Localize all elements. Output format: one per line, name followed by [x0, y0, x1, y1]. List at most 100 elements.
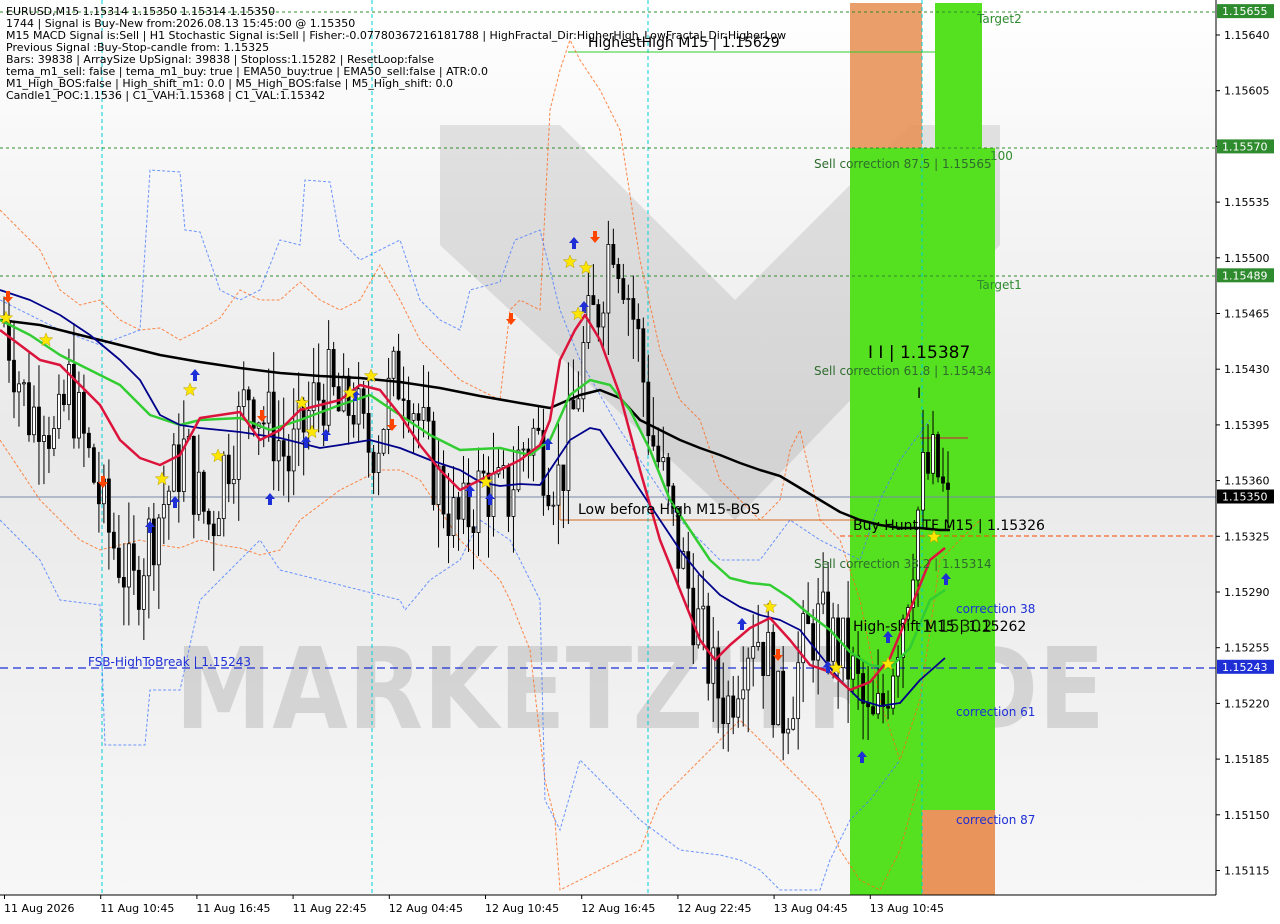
candle-bear	[331, 349, 336, 388]
candle-bull	[851, 655, 856, 680]
candle-bull	[776, 670, 781, 726]
price-tick-label: 1.15395	[1224, 419, 1270, 432]
candle-bull	[381, 429, 386, 454]
target1-label: Target1	[976, 278, 1022, 292]
candle-bear	[316, 382, 321, 401]
price-tick-label: 1.15325	[1224, 530, 1270, 543]
candle-bull	[876, 693, 880, 715]
time-tick-label: 13 Aug 04:45	[774, 902, 848, 915]
candle-bear	[371, 451, 376, 473]
info-line: Candle1_POC:1.1536 | C1_VAH:1.15368 | C1…	[6, 89, 325, 102]
candle-bear	[191, 435, 196, 515]
price-tag-label: 1.15243	[1222, 661, 1268, 674]
price-tag-label: 1.15350	[1222, 491, 1268, 504]
candle-bear	[936, 434, 940, 478]
time-tick-label: 12 Aug 10:45	[485, 902, 559, 915]
candle-bull	[746, 657, 751, 691]
candle-bull	[77, 392, 81, 439]
candle-bear	[136, 569, 141, 610]
price-tag-label: 1.15570	[1222, 140, 1268, 153]
correction-61-label: correction 61	[956, 705, 1035, 719]
candle-bear	[401, 398, 406, 401]
candle-bear	[12, 359, 16, 393]
candle-bear	[131, 543, 136, 571]
candle-bull	[376, 452, 381, 473]
candle-bull	[161, 504, 166, 519]
price-tick-label: 1.15115	[1224, 865, 1270, 878]
candle-bull	[291, 428, 296, 472]
candle-bear	[641, 328, 646, 383]
candle-bull	[601, 312, 606, 328]
candle-bear	[686, 551, 691, 589]
candle-bull	[786, 728, 791, 734]
price-tick-label: 1.15290	[1224, 586, 1270, 599]
target2-green-zone	[935, 3, 982, 148]
candle-bear	[666, 457, 671, 487]
candle-bull	[22, 382, 26, 385]
candle-bull	[661, 457, 666, 463]
candle-bear	[246, 389, 251, 401]
candle-bull	[766, 631, 771, 676]
candle-bull	[491, 473, 496, 517]
candle-bear	[636, 318, 641, 330]
target2-label: Target2	[976, 12, 1022, 26]
correction-87-label: correction 87	[956, 813, 1035, 827]
candle-bull	[241, 389, 246, 407]
candle-bear	[406, 400, 411, 421]
high-shift-overlap-label: 1.15302	[922, 617, 992, 637]
peak-price-label: I I | 1.15387	[868, 343, 970, 363]
chart-svg: MARKETZITRADE EURUSD,M15 1.15314 1.15350…	[0, 0, 1280, 920]
price-tick-label: 1.15255	[1224, 642, 1270, 655]
candle-bear	[261, 422, 266, 425]
sell-correction-618-label: Sell correction 61.8 | 1.15434	[814, 364, 992, 378]
candle-bear	[836, 617, 841, 669]
candle-bear	[396, 350, 401, 400]
candle-bear	[946, 482, 950, 490]
candle-bear	[121, 577, 126, 588]
candle-bull	[306, 410, 311, 433]
candle-bear	[37, 406, 41, 442]
candle-bear	[211, 523, 216, 537]
candle-bull	[341, 375, 346, 412]
candle-bear	[771, 631, 776, 726]
candle-bull	[52, 428, 56, 449]
candle-bull	[576, 398, 581, 410]
price-tick-label: 1.15360	[1224, 475, 1270, 488]
candle-bull	[391, 350, 396, 379]
candle-bull	[796, 662, 801, 720]
candle-bear	[571, 399, 576, 410]
candle-bull	[736, 698, 741, 718]
price-tick-label: 1.15465	[1224, 308, 1270, 321]
target2-orange-zone	[850, 3, 922, 153]
candle-bear	[281, 440, 286, 457]
candle-bull	[701, 605, 706, 610]
candle-bear	[646, 381, 651, 437]
price-tick-label: 1.15500	[1224, 252, 1270, 265]
price-tick-label: 1.15220	[1224, 697, 1270, 710]
time-tick-label: 12 Aug 22:45	[677, 902, 751, 915]
candle-bear	[471, 526, 476, 533]
candle-bear	[761, 641, 766, 676]
candle-bull	[231, 478, 236, 485]
candle-bear	[616, 264, 621, 279]
candle-bear	[226, 454, 231, 485]
candle-bear	[691, 587, 696, 646]
candle-bear	[87, 432, 91, 449]
candle-bear	[361, 388, 366, 414]
candle-bull	[196, 471, 201, 515]
time-tick-label: 11 Aug 10:45	[100, 902, 174, 915]
candle-bull	[141, 575, 146, 610]
candle-bear	[706, 605, 711, 684]
correction-38-label: correction 38	[956, 602, 1035, 616]
candle-bear	[201, 471, 206, 512]
candle-bear	[72, 364, 76, 439]
price-tick-label: 1.15430	[1224, 363, 1270, 376]
candle-bear	[781, 670, 786, 734]
candle-bull	[831, 617, 836, 662]
candle-bear	[546, 494, 551, 507]
candle-bull	[166, 490, 171, 505]
candle-bull	[42, 435, 46, 442]
candle-bear	[941, 476, 945, 484]
candle-bear	[871, 706, 875, 715]
candle-bull	[326, 349, 331, 426]
